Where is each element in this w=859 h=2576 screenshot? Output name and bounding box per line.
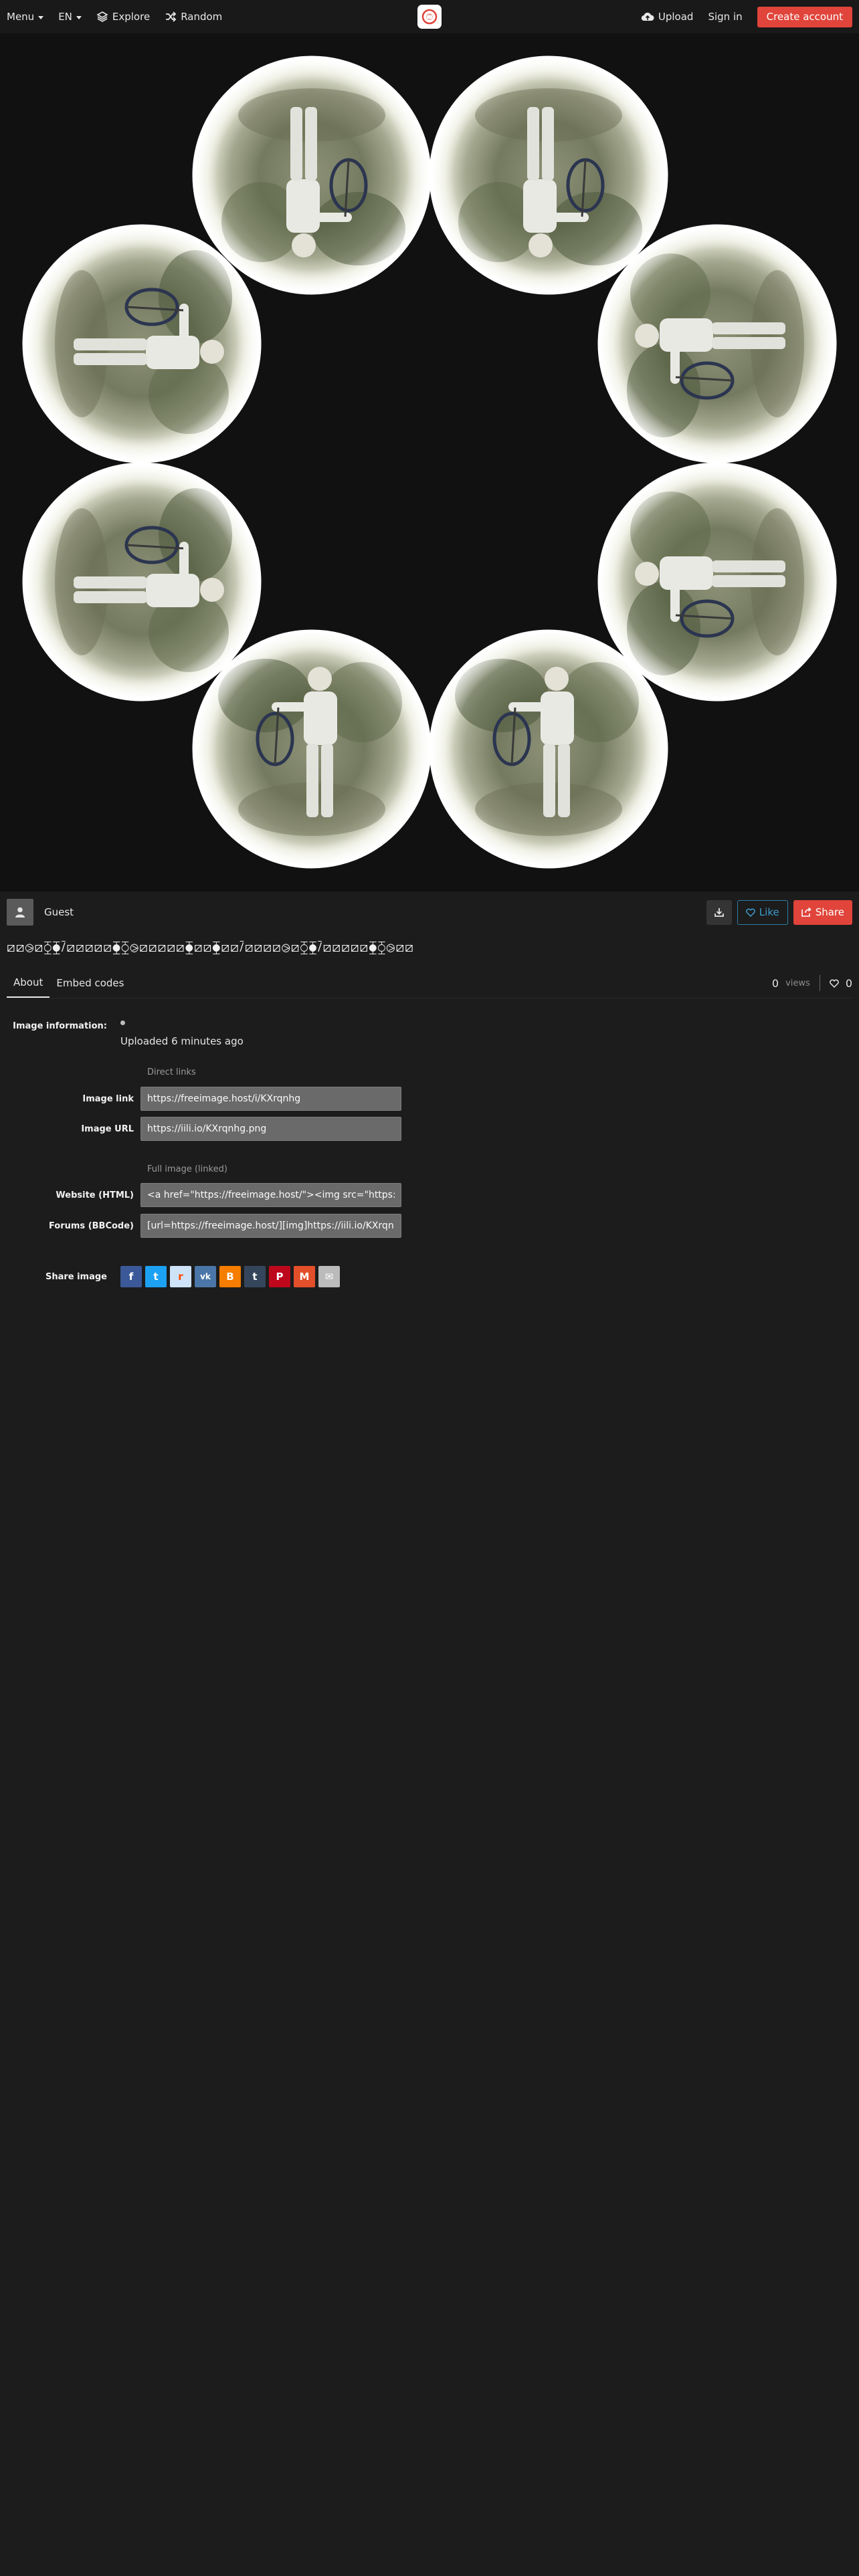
orb-6 [599,464,835,700]
explore-link[interactable]: Explore [96,11,150,23]
download-icon [714,908,724,917]
tab-about[interactable]: About [7,968,50,998]
bbcode-field[interactable] [140,1214,401,1238]
download-button[interactable] [706,899,732,925]
upload-label: Upload [658,11,694,23]
image-link-label: Image link [82,1093,134,1104]
uploaded-time: Uploaded 6 minutes ago [120,1035,244,1047]
tab-embed-label: Embed codes [56,977,124,989]
chevron-down-icon [38,15,44,19]
share-twitter-button[interactable]: t [145,1266,167,1287]
facebook-icon: f [128,1271,134,1283]
twitter-icon: t [153,1271,159,1283]
upload-button[interactable]: Upload [641,11,694,23]
image-title: ⧄⧄⧁⧄⧲⧳⧶⧄⧄⧄⧄⧄⧳⧲⧁⧄⧄⧄⧄⧄⧳⧄⧄⧳⧄⧄⧶⧄⧄⧄⧄⧁⧄⧲⧳⧶⧄⧄⧄⧄… [7,939,414,955]
top-bar-left: Menu EN Explore Random [7,11,222,23]
language-label: EN [58,11,72,23]
share-reddit-button[interactable]: r [170,1266,191,1287]
tab-bar: About Embed codes [7,968,130,998]
random-label: Random [181,11,223,23]
author-name[interactable]: Guest [44,906,74,918]
like-label: Like [759,906,779,918]
share-icon [801,907,812,917]
reddit-icon: r [178,1271,183,1283]
language-selector[interactable]: EN [58,11,82,23]
site-logo[interactable] [417,5,442,29]
main-image[interactable] [0,33,859,891]
random-link[interactable]: Random [165,11,222,23]
orb-5 [24,464,260,700]
share-label: Share [815,906,844,918]
author[interactable]: Guest [7,899,74,926]
image-info-label: Image information: [13,1021,107,1031]
create-account-label: Create account [766,11,843,23]
image-link-field[interactable] [140,1087,401,1111]
share-button[interactable]: Share [793,899,852,925]
info-dot [120,1021,125,1025]
menu-label: Menu [7,11,35,23]
top-bar: Menu EN Explore Random Upload Sign in Cr… [0,0,859,33]
orb-2 [431,58,666,293]
user-icon [15,907,25,918]
tab-embed-codes[interactable]: Embed codes [50,968,130,998]
tumblr-icon: t [252,1271,258,1283]
orb-8 [431,631,666,867]
image-url-row: Image URL [27,1117,401,1141]
author-bar: Guest Like Share [0,891,859,933]
views-count: 0 [771,976,779,990]
menu-button[interactable]: Menu [7,11,44,23]
share-blogger-button[interactable]: B [219,1266,241,1287]
orb-7 [194,631,430,867]
uploaded-time-text: Uploaded 6 minutes ago [120,1035,244,1047]
share-image-label: Share image [45,1271,107,1282]
image-viewer [0,33,859,891]
image-url-field[interactable] [140,1117,401,1141]
full-image-heading: Full image (linked) [147,1164,227,1174]
email-icon: ✉ [324,1271,334,1283]
html-code-field[interactable] [140,1183,401,1207]
likes-count: 0 [845,976,852,990]
tab-about-label: About [13,976,43,988]
mix-icon: M [299,1271,310,1283]
sign-in-label: Sign in [708,11,743,23]
heart-outline-icon [746,908,755,917]
top-bar-right: Upload Sign in Create account [641,6,852,27]
layers-icon [96,11,108,22]
like-button[interactable]: Like [737,899,788,925]
share-tumblr-button[interactable]: t [244,1266,266,1287]
bbcode-label: Forums (BBCode) [48,1220,134,1231]
share-vk-button[interactable]: vk [195,1266,216,1287]
orb-1 [194,58,430,293]
orb-4 [599,226,835,461]
bbcode-row: Forums (BBCode) [27,1214,401,1238]
chevron-down-icon [76,15,82,19]
share-mix-button[interactable]: M [294,1266,315,1287]
html-code-label: Website (HTML) [56,1190,134,1200]
share-buttons: f t r vk Bt P M ✉ [120,1266,340,1287]
share-pinterest-button[interactable]: P [269,1266,290,1287]
direct-links-heading: Direct links [147,1067,196,1077]
pinterest-icon: P [276,1271,284,1283]
image-info-row: Image information: [0,1021,125,1031]
heart-outline-icon [830,979,839,988]
share-email-button[interactable]: ✉ [318,1266,340,1287]
image-url-label: Image URL [81,1123,134,1134]
avatar[interactable] [7,899,33,926]
create-account-button[interactable]: Create account [757,6,852,27]
html-code-row: Website (HTML) [27,1183,401,1207]
vk-icon: vk [200,1272,211,1281]
image-actions: Like Share [706,899,852,925]
image-stats: 0 views 0 [772,973,852,993]
views-label: views [785,978,810,988]
share-facebook-button[interactable]: f [120,1266,142,1287]
blogger-icon: B [226,1271,234,1283]
logo-icon [421,9,438,25]
cloud-upload-icon [641,12,654,21]
image-link-row: Image link [27,1087,401,1111]
share-image-row: Share image f t r vk Bt P M ✉ [0,1266,340,1287]
sign-in-link[interactable]: Sign in [708,11,742,23]
shuffle-icon [166,11,177,22]
explore-label: Explore [112,11,151,23]
orb-3 [24,226,260,461]
